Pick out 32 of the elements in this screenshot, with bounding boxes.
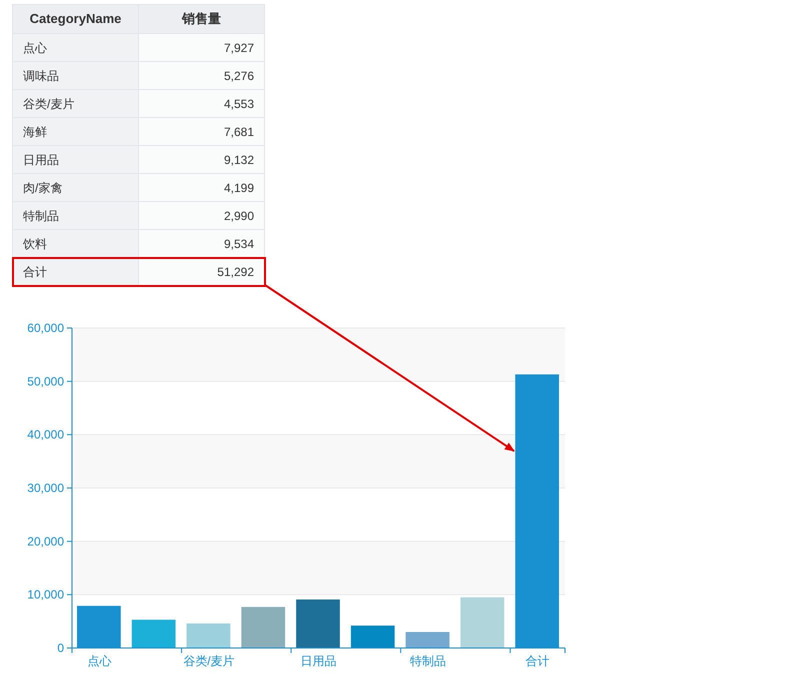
- column-header: CategoryName: [12, 4, 138, 34]
- table-cell: 9,534: [138, 230, 264, 258]
- y-axis-label: 0: [57, 641, 64, 655]
- x-axis-label: 特制品: [410, 654, 446, 668]
- table-cell: 7,927: [138, 34, 264, 62]
- x-axis-label: 谷类/麦片: [183, 654, 235, 668]
- table-cell: 2,990: [138, 202, 264, 230]
- table-cell: 点心: [12, 34, 138, 62]
- y-axis-label: 40,000: [27, 428, 64, 442]
- table-cell: 谷类/麦片: [12, 90, 138, 118]
- table-cell: 海鲜: [12, 118, 138, 146]
- y-axis-label: 20,000: [27, 534, 64, 548]
- table-cell: 调味品: [12, 62, 138, 90]
- x-axis-label: 点心: [87, 654, 112, 668]
- column-header: 销售量: [138, 4, 264, 34]
- x-axis-label: 日用品: [300, 654, 336, 668]
- table-cell: 特制品: [12, 202, 138, 230]
- table-cell: 51,292: [138, 258, 264, 286]
- table-cell: 4,553: [138, 90, 264, 118]
- y-axis-label: 10,000: [27, 588, 64, 602]
- table-cell: 肉/家禽: [12, 174, 138, 202]
- table-cell: 5,276: [138, 62, 264, 90]
- y-axis-label: 30,000: [27, 481, 64, 495]
- table-cell: 4,199: [138, 174, 264, 202]
- table-cell: 7,681: [138, 118, 264, 146]
- table-cell: 日用品: [12, 146, 138, 174]
- table-cell: 饮料: [12, 230, 138, 258]
- y-axis-label: 50,000: [27, 374, 64, 388]
- y-axis-label: 60,000: [27, 321, 64, 335]
- x-axis-label: 合计: [526, 654, 550, 668]
- table-cell: 9,132: [138, 146, 264, 174]
- table-cell: 合计: [12, 258, 138, 286]
